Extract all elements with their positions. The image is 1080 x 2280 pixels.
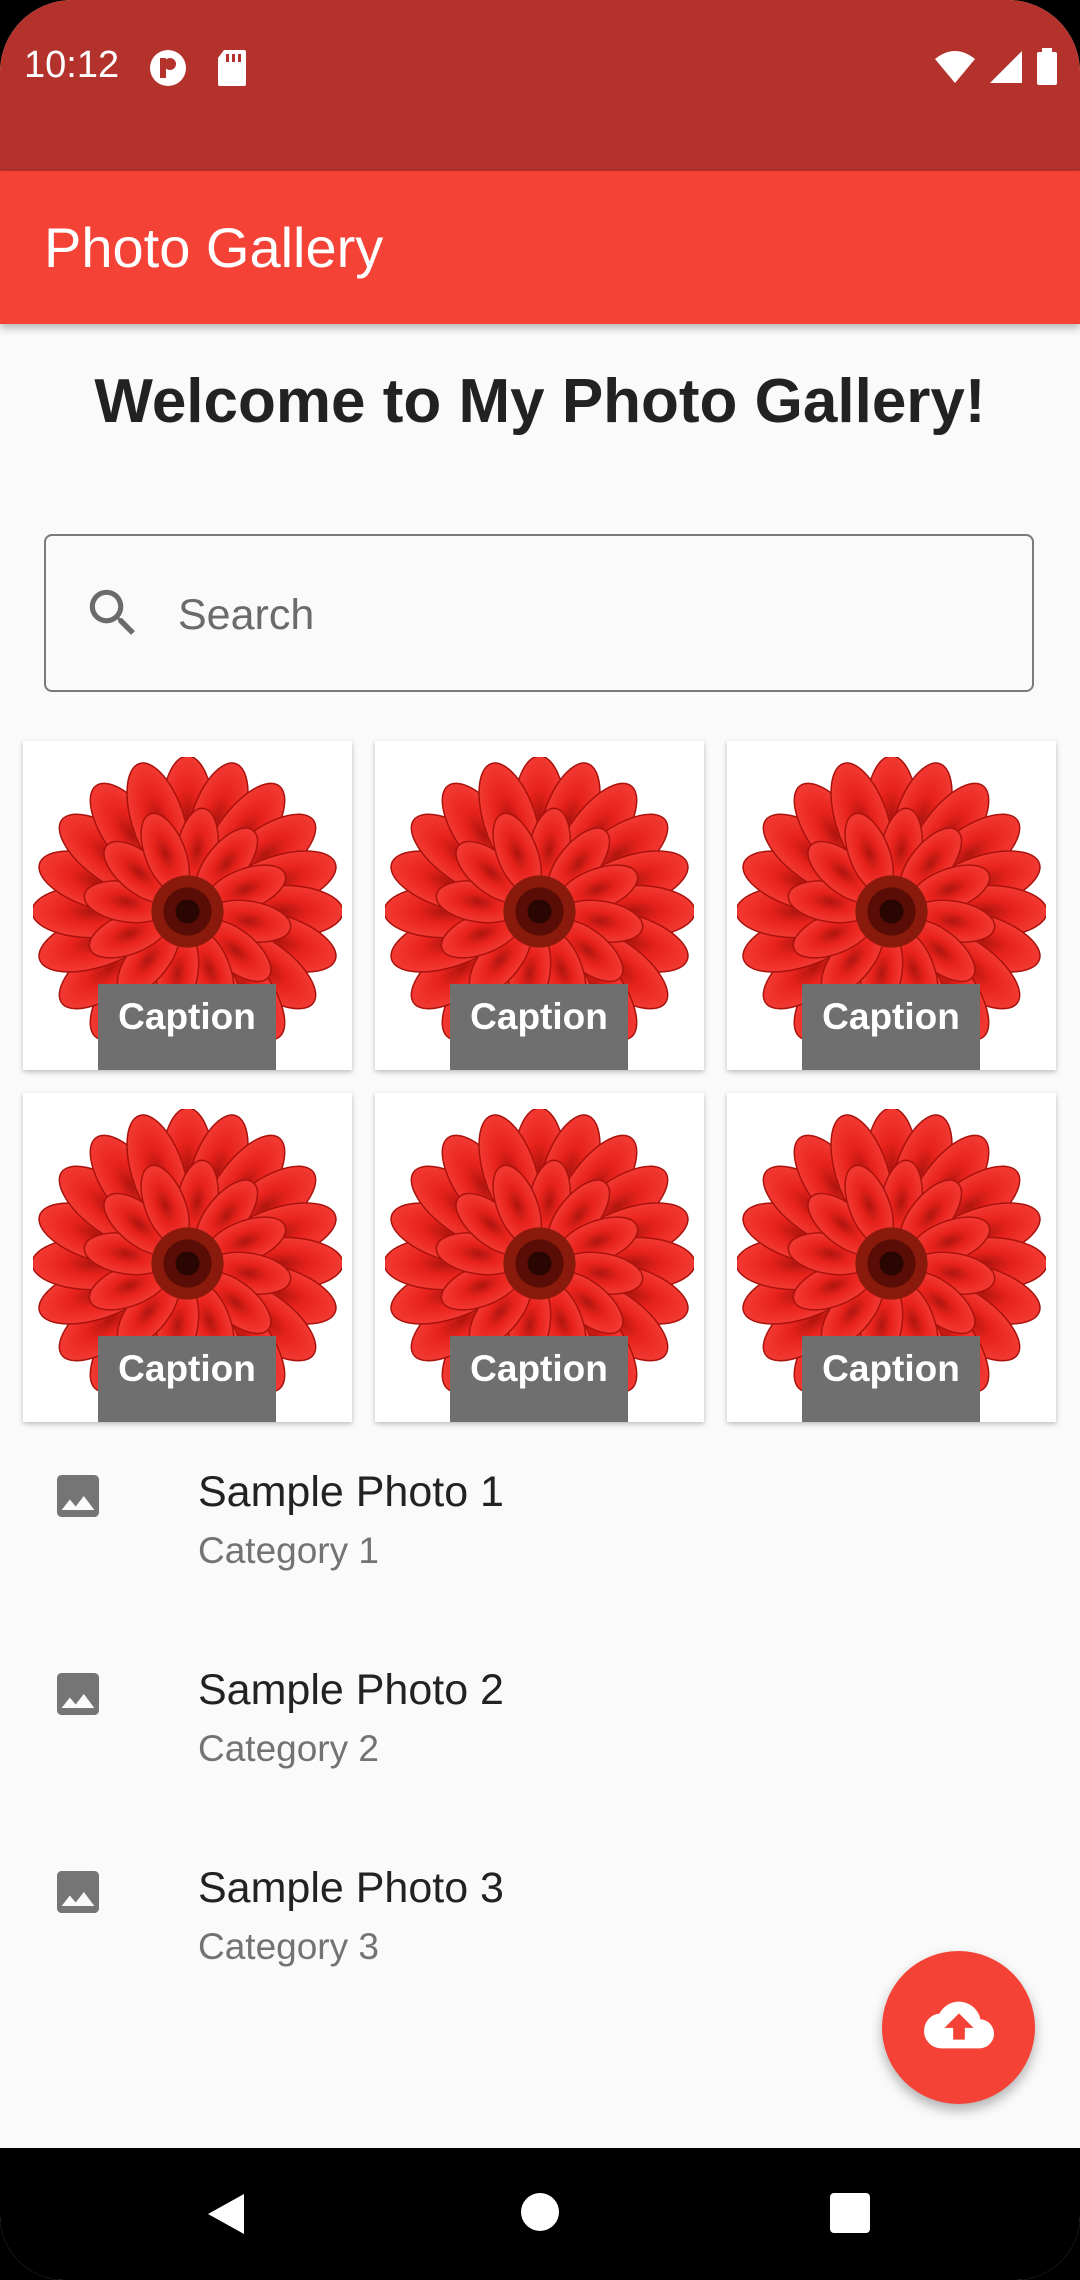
photo-tile[interactable]: Caption: [23, 741, 352, 1070]
photo-caption: Caption: [802, 984, 980, 1070]
upload-fab-button[interactable]: [882, 1951, 1035, 2104]
list-item[interactable]: Sample Photo 1 Category 1: [0, 1438, 1080, 1636]
photo-tile[interactable]: Caption: [375, 1093, 704, 1422]
app-notification-icon: [148, 48, 188, 93]
photo-tile[interactable]: Caption: [727, 1093, 1056, 1422]
photo-caption: Caption: [98, 984, 276, 1070]
status-time: 10:12: [24, 44, 120, 86]
image-icon: [50, 1666, 106, 1727]
status-bar: 10:12: [0, 0, 1080, 171]
search-input[interactable]: [176, 566, 1000, 664]
photo-grid: Caption Caption Caption Caption Caption …: [23, 741, 1057, 1422]
recents-icon[interactable]: [829, 2192, 871, 2239]
home-icon[interactable]: [520, 2192, 560, 2237]
image-icon: [50, 1864, 106, 1925]
list-item-title: Sample Photo 2: [198, 1666, 504, 1714]
list-item-title: Sample Photo 3: [198, 1864, 504, 1912]
photo-tile[interactable]: Caption: [375, 741, 704, 1070]
list-item[interactable]: Sample Photo 2 Category 2: [0, 1636, 1080, 1834]
photo-caption: Caption: [450, 984, 628, 1070]
app-screen: 10:12 Photo Gallery Welcome to My Photo …: [0, 0, 1080, 2280]
signal-icon: [988, 49, 1024, 90]
photo-caption: Caption: [802, 1336, 980, 1422]
system-nav-bar: [0, 2148, 1080, 2280]
battery-icon: [1036, 48, 1058, 91]
welcome-heading: Welcome to My Photo Gallery!: [94, 367, 986, 436]
search-field[interactable]: [44, 534, 1034, 692]
photo-caption: Caption: [98, 1336, 276, 1422]
photo-list: Sample Photo 1 Category 1 Sample Photo 2…: [0, 1438, 1080, 2032]
photo-tile[interactable]: Caption: [727, 741, 1056, 1070]
sd-card-icon: [216, 48, 248, 93]
app-title: Photo Gallery: [44, 216, 384, 279]
photo-caption: Caption: [450, 1336, 628, 1422]
search-icon: [82, 582, 144, 649]
back-icon[interactable]: [206, 2192, 246, 2241]
list-item-subtitle: Category 3: [198, 1926, 379, 1967]
list-item-subtitle: Category 1: [198, 1530, 379, 1571]
app-bar: Photo Gallery: [0, 171, 1080, 324]
list-item-subtitle: Category 2: [198, 1728, 379, 1769]
cloud-upload-icon: [923, 1990, 994, 2065]
list-item-title: Sample Photo 1: [198, 1468, 504, 1516]
wifi-icon: [934, 49, 976, 90]
image-icon: [50, 1468, 106, 1529]
photo-tile[interactable]: Caption: [23, 1093, 352, 1422]
